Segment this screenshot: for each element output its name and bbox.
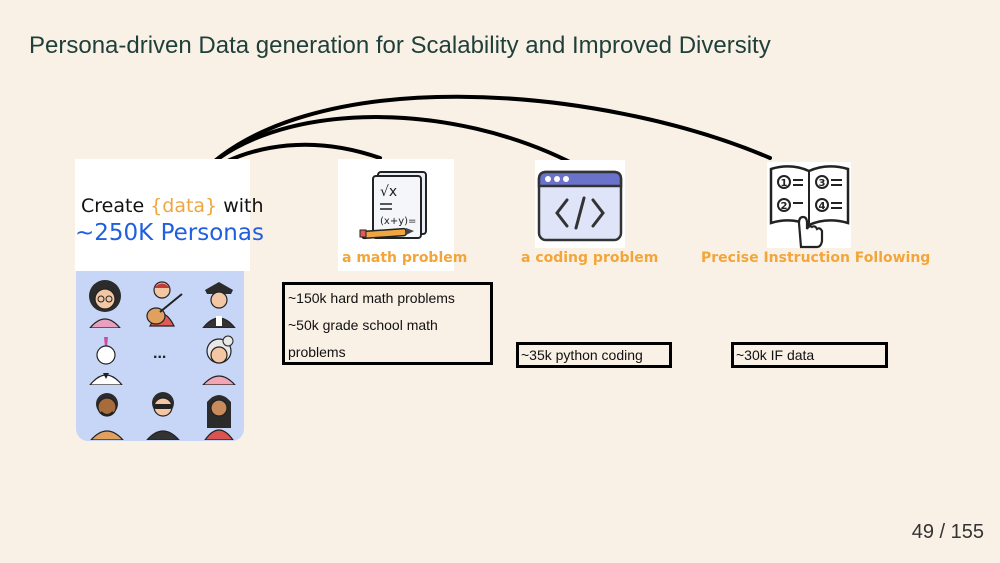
math-data-box: ~150k hard math problems ~50k grade scho… [282,282,493,365]
svg-text:√x: √x [380,184,397,200]
curve-to-instruction [192,94,772,183]
math-data-line: ~150k hard math problems [288,290,455,306]
if-data-line: ~30k IF data [736,347,815,363]
math-data-line: problems [288,344,346,360]
persona-avatar-guitarist [146,281,183,327]
page-number: 49 / 155 [911,521,984,543]
coding-data-line: ~35k python coding [521,347,643,363]
math-worksheet-icon: √x (x+y)= [359,171,427,240]
coding-data-box: ~35k python coding [516,342,672,368]
persona-avatar-elder [202,335,236,385]
instruction-book-icon: 1 2 3 4 [769,165,850,249]
svg-text:1: 1 [781,178,788,189]
svg-text:2: 2 [781,201,788,212]
if-data-box: ~30k IF data [731,342,888,368]
persona-ellipsis: ... [153,345,167,362]
math-data-line: ~50k grade school math [288,317,438,333]
persona-avatar-police [202,282,236,328]
svg-text:(x+y)=: (x+y)= [380,216,416,227]
persona-avatar-bearded [90,393,124,440]
persona-avatar-sunglasses [146,392,180,440]
coding-problem-label: a coding problem [521,250,659,266]
math-problem-label: a math problem [342,250,468,266]
persona-avatar-punk [89,337,123,385]
persona-count-text: ~250K Personas [75,220,264,246]
create-data-text: Create {data} with [81,195,264,217]
svg-text:3: 3 [819,178,826,189]
svg-text:4: 4 [819,201,826,212]
instruction-following-label: Precise Instruction Following [701,250,931,266]
persona-avatar-long-hair [204,395,234,440]
data-placeholder: {data} [150,195,218,217]
persona-avatar-curly-hair [89,280,121,328]
code-window-icon [537,170,623,242]
